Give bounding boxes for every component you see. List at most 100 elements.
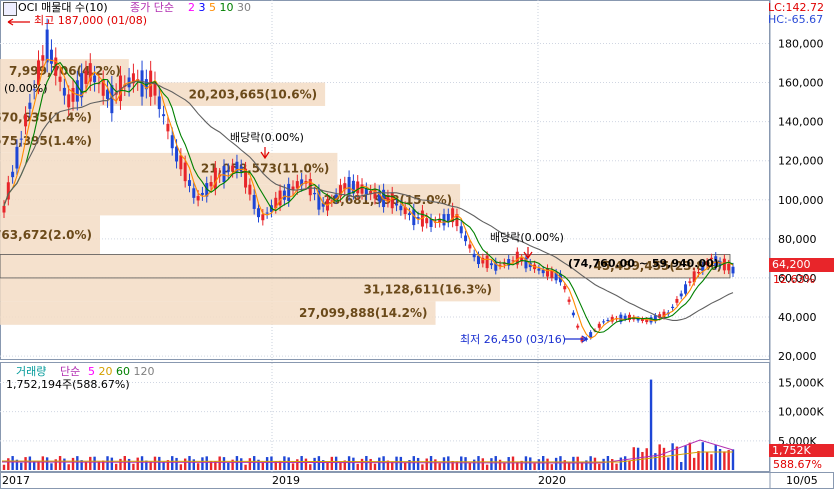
price-tick-label: 140,000 [778, 116, 824, 129]
candle-body [192, 188, 196, 198]
volume-bar [485, 464, 489, 470]
price-tick-label: 20,000 [778, 350, 817, 363]
candle-body [265, 212, 269, 214]
candle-body [459, 226, 463, 234]
candle-body [597, 323, 601, 328]
volume-bar [2, 464, 6, 470]
candle-body [45, 29, 49, 63]
volume-bar [183, 458, 187, 470]
candle-body [196, 196, 200, 201]
x-date-label: 10/05 [786, 474, 818, 487]
candle-body [485, 255, 489, 269]
candle-body [15, 146, 19, 169]
volume-bar [162, 462, 165, 470]
low-annotation: 최저 26,450 (03/16) [460, 333, 567, 346]
candle-body [390, 192, 394, 209]
high-arrow-icon [7, 18, 30, 26]
volume-bar [7, 458, 10, 470]
volume-bar [304, 458, 308, 470]
x-label-2020: 2020 [538, 474, 566, 487]
candle-body [347, 176, 351, 195]
volume-bar [662, 447, 666, 470]
candle-body [187, 180, 191, 186]
volume-profile-band: 20,203,665(10.6%) [0, 82, 326, 106]
candle-body [727, 263, 731, 271]
ma-period-60: 60 [116, 365, 134, 378]
candle-body [684, 284, 688, 294]
candle-body [93, 75, 97, 83]
volume-bar [97, 461, 101, 470]
volume-bar [127, 458, 131, 470]
volume-tick-label: 10,000K [778, 406, 824, 419]
candle-body [731, 266, 735, 274]
volume-bar [265, 457, 269, 470]
candle-body [67, 94, 71, 108]
volume-bar [688, 442, 692, 470]
volume-bar [399, 456, 403, 470]
volume-bar [598, 463, 601, 470]
volume-bar [11, 456, 14, 470]
price-tick-label: 100,000 [778, 194, 824, 207]
volume-bar [123, 456, 126, 470]
volume-value: 1,752,194주(588.67%) [6, 378, 130, 391]
chart-menu-icon[interactable] [3, 2, 17, 16]
candle-body [606, 319, 610, 321]
volume-bar [727, 450, 730, 470]
volume-profile-band: 31,128,611(16.3%) [0, 277, 500, 302]
volume-bar [252, 456, 256, 470]
volume-bar [352, 457, 355, 470]
indicator-title: OCI 매물대 수(10) [18, 1, 108, 14]
volume-profile-band: 8,670,635(1.4%) [0, 105, 100, 130]
candle-body [360, 184, 364, 194]
volume-bar [533, 463, 536, 470]
volume-bar [472, 459, 476, 470]
candle-body [287, 183, 291, 201]
volume-bar [76, 456, 79, 470]
candle-body [231, 165, 235, 171]
candle-body [395, 203, 399, 206]
volume-bar [309, 464, 312, 470]
candle-body [200, 192, 204, 195]
dividend-label-1: 배당락(0.00%) [230, 131, 304, 144]
candle-body [313, 192, 317, 195]
price-change: 12.63% [773, 273, 815, 286]
volume-bar [270, 456, 273, 470]
candle-body [567, 299, 571, 302]
volume-bar [680, 461, 683, 470]
low-arrow-icon [565, 335, 588, 343]
volume-bar [615, 463, 618, 470]
candle-body [209, 181, 213, 187]
volume-profile-label: 8,670,635(1.4%) [0, 111, 92, 125]
ma-period-10: 10 [219, 1, 237, 14]
volume-bar [175, 457, 178, 470]
volume-bar [132, 463, 135, 470]
candle-body [49, 49, 53, 64]
candle-body [511, 260, 515, 262]
volume-bar [356, 463, 359, 470]
candle-body [183, 162, 187, 182]
volume-bar [261, 462, 265, 470]
volume-bar [395, 456, 398, 470]
hc-value: HC:-65.67 [768, 13, 824, 26]
volume-ma-label: 단순 [60, 365, 81, 378]
volume-bar [93, 456, 96, 470]
candle-body [84, 70, 88, 84]
candle-body [675, 298, 679, 303]
volume-bar [593, 457, 597, 470]
candle-body [356, 181, 360, 194]
volume-bar [330, 456, 334, 470]
volume-bar [201, 457, 204, 470]
volume-profile-band: 21,058,573(11.0%) [0, 152, 338, 185]
price-tick-label: 120,000 [778, 155, 824, 168]
volume-bar [20, 462, 23, 470]
volume-bar [498, 459, 502, 470]
volume-label: 거래량 [16, 365, 47, 378]
volume-bar [623, 456, 627, 470]
volume-profile-label: 2,575,395(1.4%) [0, 134, 92, 148]
volume-bar [313, 457, 316, 470]
x-label-2017: 2017 [2, 474, 30, 487]
volume-bar [283, 456, 286, 470]
volume-bar [110, 457, 114, 470]
candle-body [71, 87, 75, 102]
candle-body [179, 155, 183, 170]
